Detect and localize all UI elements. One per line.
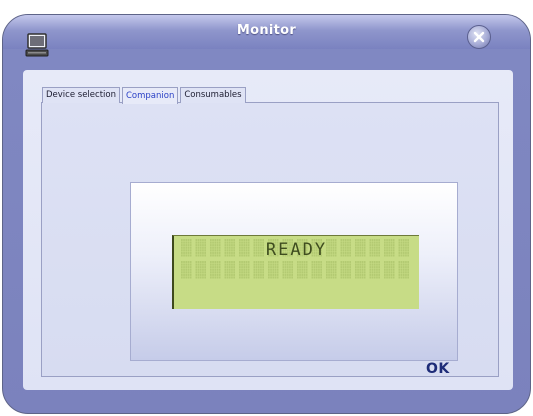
tab-strip: Device selection Companion Consumables xyxy=(42,86,248,104)
close-icon xyxy=(473,31,485,43)
tab-consumables[interactable]: Consumables xyxy=(180,87,246,103)
window-title: Monitor xyxy=(236,23,297,38)
content-panel: Device selection Companion Consumables R… xyxy=(23,70,513,390)
ok-button[interactable]: OK xyxy=(426,361,450,377)
tab-device-selection[interactable]: Device selection xyxy=(42,87,120,103)
computer-icon xyxy=(25,33,49,59)
monitor-window: Monitor Device selection Companion Consu… xyxy=(2,14,531,414)
title-bar: Monitor xyxy=(3,15,530,49)
status-text: READY xyxy=(265,240,328,260)
lcd-display: READY xyxy=(172,235,419,309)
close-button[interactable] xyxy=(467,25,491,49)
lcd-display-frame: READY xyxy=(130,182,458,361)
tab-content: READY xyxy=(41,102,499,377)
tab-companion[interactable]: Companion xyxy=(121,87,179,104)
